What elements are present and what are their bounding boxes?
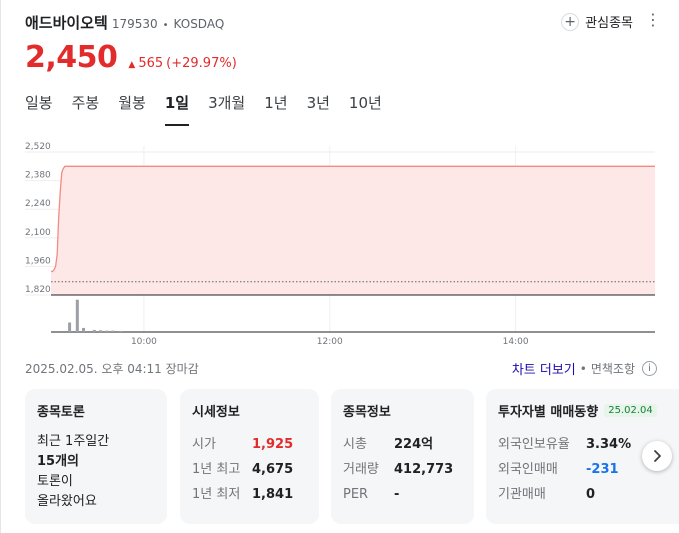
- per-label: PER: [343, 487, 369, 502]
- tab-monthly[interactable]: 월봉: [118, 92, 146, 126]
- discussion-line-1: 최근 1주일간: [37, 434, 110, 449]
- tab-weekly[interactable]: 주봉: [72, 92, 100, 126]
- discussion-title: 종목토론: [37, 405, 85, 420]
- footer-links: 차트 더보기 • 면책조항 i: [512, 359, 657, 378]
- market-title: 시세정보: [192, 405, 240, 420]
- watchlist-button[interactable]: + 관심종목: [561, 12, 633, 31]
- foreign-ratio-label: 외국인보유율: [498, 437, 570, 452]
- price-row: 2,450 ▲ 565 (+29.97%): [25, 40, 237, 75]
- market-row-open: 시가 1,925: [192, 432, 307, 457]
- tab-1-day[interactable]: 1일: [164, 92, 190, 126]
- up-arrow-icon: ▲: [128, 60, 136, 70]
- x-tick-label: 12:00: [317, 337, 343, 347]
- volume-label: 거래량: [343, 462, 379, 477]
- y-tick-label: 2,240: [25, 199, 51, 209]
- info-row-per: PER -: [343, 482, 462, 507]
- chevron-right-icon: [654, 450, 661, 462]
- volume-value: 412,773: [394, 462, 454, 477]
- price-chart[interactable]: 2,520 2,380 2,240 2,100 1,960 1,820 10:00 12:00…: [1, 138, 679, 353]
- open-value: 1,925: [252, 437, 294, 452]
- chart-footer: 2025.02.05. 오후 04:11 장마감 차트 더보기 • 면책조항 i: [25, 359, 657, 378]
- volume-bar: [75, 299, 79, 332]
- marketcap-value: 224억: [394, 437, 434, 452]
- info-panels: 종목토론 최근 1주일간 15개의 토론이 올라왔어요 시세정보 시가 1,92…: [25, 389, 679, 524]
- stock-market: KOSDAQ: [173, 17, 225, 31]
- market-row-high: 1년 최고 4,675: [192, 457, 307, 482]
- volume-bar: [105, 330, 109, 332]
- discussion-line-4: 올라왔어요: [37, 494, 97, 509]
- year-low-value: 1,841: [252, 487, 294, 502]
- y-tick-label: 1,960: [25, 256, 51, 266]
- tab-3-months[interactable]: 3개월: [208, 92, 245, 126]
- disclaimer-link[interactable]: 면책조항: [591, 360, 635, 377]
- info-icon[interactable]: i: [642, 361, 657, 376]
- volume-bar: [119, 330, 123, 332]
- change-amount: 565: [138, 56, 164, 71]
- more-options-icon[interactable]: ⋮: [645, 12, 661, 28]
- tab-3-years[interactable]: 3년: [307, 92, 330, 126]
- marketcap-label: 시총: [343, 437, 367, 452]
- investor-row-institution: 기관매매 0: [498, 482, 674, 507]
- institution-trade-label: 기관매매: [498, 487, 546, 502]
- x-tick-label: 14:00: [503, 337, 529, 347]
- change-percent: (+29.97%): [166, 56, 237, 71]
- investor-title: 투자자별 매매동향 25.02.04: [498, 401, 674, 420]
- discussion-count-value: 15개의: [37, 454, 80, 469]
- discussion-count: 15개의: [37, 452, 155, 472]
- year-low-label: 1년 최저: [192, 487, 241, 502]
- year-high-label: 1년 최고: [192, 462, 241, 477]
- current-price: 2,450: [25, 40, 118, 75]
- per-value: -: [394, 487, 400, 502]
- y-tick-label: 2,380: [25, 171, 51, 181]
- stock-card: 애드바이오텍 179530 • KOSDAQ + 관심종목 ⋮ 2,450 ▲ …: [0, 0, 679, 533]
- y-tick-label: 1,820: [25, 285, 51, 295]
- foreign-trade-label: 외국인매매: [498, 462, 558, 477]
- open-label: 시가: [192, 437, 216, 452]
- investor-date-badge: 25.02.04: [604, 404, 657, 417]
- period-tabs: 일봉 주봉 월봉 1일 3개월 1년 3년 10년: [25, 92, 401, 126]
- y-tick-label: 2,520: [25, 142, 51, 152]
- tab-10-years[interactable]: 10년: [349, 92, 382, 126]
- next-panel-button[interactable]: [642, 441, 672, 471]
- volume-bar: [111, 330, 115, 332]
- institution-trade-value: 0: [586, 487, 596, 502]
- y-tick-label: 2,100: [25, 228, 51, 238]
- more-chart-link[interactable]: 차트 더보기: [512, 359, 576, 378]
- year-high-value: 4,675: [252, 462, 294, 477]
- footer-separator: •: [579, 361, 587, 376]
- tab-daily[interactable]: 일봉: [25, 92, 53, 126]
- foreign-trade-value: -231: [586, 462, 619, 477]
- stock-code: 179530: [111, 17, 158, 31]
- market-timestamp: 2025.02.05. 오후 04:11 장마감: [25, 362, 199, 376]
- stock-name[interactable]: 애드바이오텍: [25, 12, 108, 33]
- market-row-low: 1년 최저 1,841: [192, 482, 307, 507]
- stock-separator: •: [162, 20, 169, 31]
- info-row-volume: 거래량 412,773: [343, 457, 462, 482]
- company-info-panel[interactable]: 종목정보 시총 224억 거래량 412,773 PER -: [331, 389, 474, 524]
- info-row-marketcap: 시총 224억: [343, 432, 462, 457]
- company-info-title: 종목정보: [343, 405, 391, 420]
- discussion-panel[interactable]: 종목토론 최근 1주일간 15개의 토론이 올라왔어요: [25, 389, 167, 524]
- stock-title-row: 애드바이오텍 179530 • KOSDAQ: [25, 12, 224, 33]
- volume-bar: [68, 322, 72, 332]
- volume-bar: [92, 329, 96, 332]
- watchlist-label: 관심종목: [585, 16, 633, 31]
- volume-bar: [82, 327, 86, 332]
- volume-bar: [99, 330, 103, 332]
- foreign-ratio-value: 3.34%: [586, 437, 632, 452]
- tab-1-year[interactable]: 1년: [264, 92, 287, 126]
- plus-icon: +: [561, 12, 580, 31]
- market-panel[interactable]: 시세정보 시가 1,925 1년 최고 4,675 1년 최저 1,841: [180, 389, 319, 524]
- discussion-line-3: 토론이: [37, 474, 73, 489]
- price-area: [51, 166, 655, 295]
- investor-title-text: 투자자별 매매동향: [498, 405, 599, 420]
- discussion-summary: 최근 1주일간 15개의 토론이 올라왔어요: [37, 432, 155, 512]
- price-change: ▲ 565 (+29.97%): [128, 56, 236, 71]
- x-tick-label: 10:00: [131, 337, 157, 347]
